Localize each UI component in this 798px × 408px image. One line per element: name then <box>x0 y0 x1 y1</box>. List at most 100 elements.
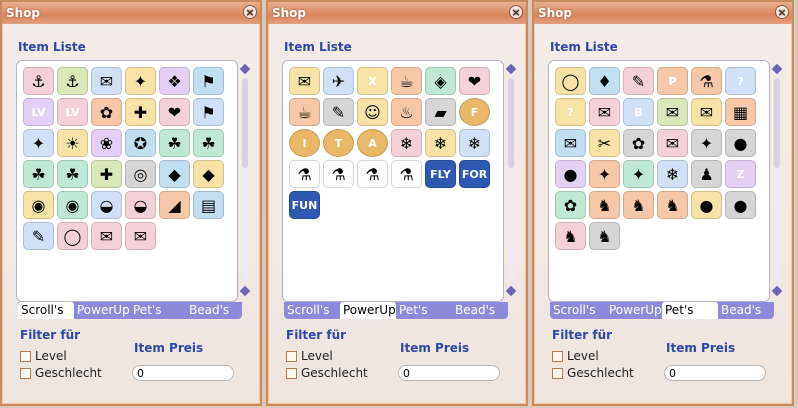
shop-item[interactable]: ✿ <box>555 191 586 219</box>
shop-item[interactable]: ❖ <box>159 67 190 95</box>
scroll-up-arrow-icon[interactable] <box>771 63 783 75</box>
shop-item[interactable]: ❄ <box>657 160 688 188</box>
shop-item[interactable]: ● <box>691 191 722 219</box>
shop-item[interactable]: ✉ <box>555 129 586 157</box>
shop-item[interactable]: ✉ <box>289 67 320 95</box>
shop-item[interactable]: ? <box>555 98 586 126</box>
shop-item[interactable]: ✉ <box>91 222 122 250</box>
scroll-thumb[interactable] <box>242 78 248 168</box>
shop-item[interactable]: ✈ <box>323 67 354 95</box>
shop-item[interactable]: ? <box>725 67 756 95</box>
tab-scrolls[interactable]: Scroll's <box>18 302 74 319</box>
shop-item[interactable]: ✉ <box>589 98 620 126</box>
shop-item[interactable]: ✂ <box>589 129 620 157</box>
shop-item[interactable]: ◒ <box>91 191 122 219</box>
shop-item[interactable]: ✦ <box>589 160 620 188</box>
shop-item[interactable]: ◒ <box>125 191 156 219</box>
shop-item[interactable]: T <box>323 129 354 157</box>
shop-item[interactable]: ☘ <box>159 129 190 157</box>
shop-item[interactable]: ⚑ <box>193 98 224 126</box>
close-button[interactable]: × <box>775 5 789 19</box>
scroll-down-arrow-icon[interactable] <box>239 285 251 297</box>
level-checkbox[interactable] <box>20 350 31 362</box>
shop-item[interactable]: ◎ <box>125 160 156 188</box>
scroll-up-arrow-icon[interactable] <box>239 63 251 75</box>
shop-item[interactable]: ✉ <box>91 67 122 95</box>
shop-item[interactable]: ☕ <box>391 67 422 95</box>
shop-item[interactable]: Z <box>725 160 756 188</box>
shop-item[interactable]: ♞ <box>589 191 620 219</box>
shop-item[interactable]: ☀ <box>57 129 88 157</box>
tab-powerups[interactable]: PowerUp's <box>340 302 396 319</box>
shop-item[interactable]: ⚑ <box>193 67 224 95</box>
shop-item[interactable]: ✦ <box>125 67 156 95</box>
shop-item[interactable]: ✦ <box>623 160 654 188</box>
shop-item[interactable]: ✎ <box>623 67 654 95</box>
shop-item[interactable]: ♦ <box>589 67 620 95</box>
shop-item[interactable]: ✎ <box>23 222 54 250</box>
tab-pets[interactable]: Pet's <box>396 302 452 319</box>
shop-item[interactable]: ☘ <box>57 160 88 188</box>
shop-item[interactable]: ◈ <box>425 67 456 95</box>
shop-item[interactable]: LV <box>57 98 88 126</box>
shop-item[interactable]: ✿ <box>91 98 122 126</box>
shop-item[interactable]: ⚓ <box>23 67 54 95</box>
tab-scrolls[interactable]: Scroll's <box>284 302 340 319</box>
item-list-scrollbar[interactable] <box>239 63 251 297</box>
shop-item[interactable]: ◯ <box>57 222 88 250</box>
scroll-thumb[interactable] <box>774 78 780 168</box>
shop-item[interactable]: FOR <box>459 160 490 188</box>
shop-item[interactable]: ● <box>725 191 756 219</box>
scroll-down-arrow-icon[interactable] <box>505 285 517 297</box>
tab-beads[interactable]: Bead's <box>186 302 242 319</box>
item-price-input[interactable]: 0 <box>664 365 766 381</box>
shop-item[interactable]: ✉ <box>691 98 722 126</box>
item-list-scrollbar[interactable] <box>771 63 783 297</box>
shop-item[interactable]: ✦ <box>691 129 722 157</box>
shop-item[interactable]: ⚗ <box>323 160 354 188</box>
tab-pets[interactable]: Pet's <box>130 302 186 319</box>
shop-item[interactable]: ❤ <box>459 67 490 95</box>
scroll-track[interactable] <box>242 78 248 282</box>
shop-item[interactable]: ❄ <box>459 129 490 157</box>
shop-item[interactable]: ◯ <box>555 67 586 95</box>
shop-item[interactable]: ☘ <box>23 160 54 188</box>
gender-checkbox[interactable] <box>286 367 297 379</box>
shop-item[interactable]: ✿ <box>623 129 654 157</box>
level-checkbox[interactable] <box>286 350 297 362</box>
shop-item[interactable]: P <box>657 67 688 95</box>
shop-item[interactable]: FLY <box>425 160 456 188</box>
item-price-input[interactable]: 0 <box>132 365 234 381</box>
window-titlebar[interactable]: Shop × <box>268 2 526 24</box>
shop-item[interactable]: ▦ <box>725 98 756 126</box>
shop-item[interactable]: ♞ <box>589 222 620 250</box>
shop-item[interactable]: ☺ <box>357 98 388 126</box>
shop-item[interactable]: ✪ <box>125 129 156 157</box>
shop-item[interactable]: ▤ <box>193 191 224 219</box>
shop-item[interactable]: ✉ <box>657 98 688 126</box>
shop-item[interactable]: B <box>623 98 654 126</box>
shop-item[interactable]: FUN <box>289 191 320 219</box>
shop-item[interactable]: ● <box>555 160 586 188</box>
shop-item[interactable]: ● <box>725 129 756 157</box>
tab-scrolls[interactable]: Scroll's <box>550 302 606 319</box>
shop-item[interactable]: ◆ <box>193 160 224 188</box>
shop-item[interactable]: ✚ <box>91 160 122 188</box>
tab-powerups[interactable]: PowerUp's <box>606 302 662 319</box>
shop-item[interactable]: ☘ <box>193 129 224 157</box>
tab-beads[interactable]: Bead's <box>452 302 508 319</box>
level-checkbox[interactable] <box>552 350 563 362</box>
shop-item[interactable]: ⚗ <box>691 67 722 95</box>
shop-item[interactable]: ✉ <box>125 222 156 250</box>
shop-item[interactable]: ❀ <box>91 129 122 157</box>
close-button[interactable]: × <box>243 5 257 19</box>
shop-item[interactable]: ◉ <box>23 191 54 219</box>
shop-item[interactable]: ▰ <box>425 98 456 126</box>
window-titlebar[interactable]: Shop × <box>2 2 260 24</box>
scroll-track[interactable] <box>774 78 780 282</box>
shop-item[interactable]: A <box>357 129 388 157</box>
close-button[interactable]: × <box>509 5 523 19</box>
tab-pets[interactable]: Pet's <box>662 302 718 319</box>
gender-checkbox[interactable] <box>552 367 563 379</box>
shop-item[interactable]: ⚗ <box>391 160 422 188</box>
